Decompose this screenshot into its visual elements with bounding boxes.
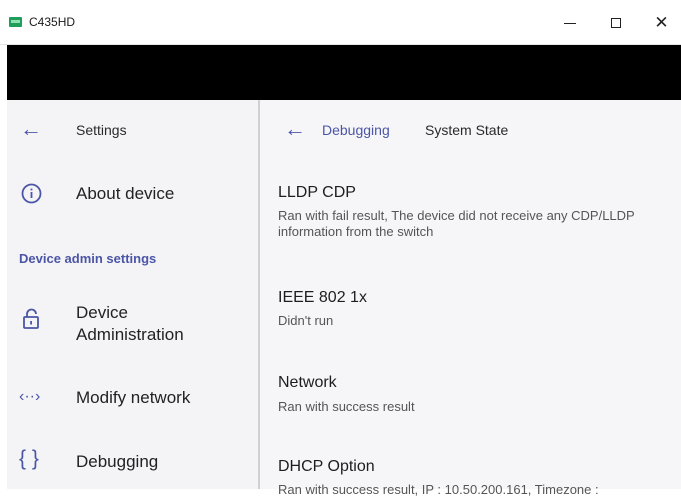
item-title: Network bbox=[278, 374, 337, 391]
item-subtitle: Ran with success result, IP : 10.50.200.… bbox=[278, 482, 599, 497]
close-icon: ✕ bbox=[654, 12, 669, 32]
item-subtitle: Didn't run bbox=[278, 313, 334, 328]
item-title: IEEE 802 1x bbox=[278, 289, 367, 306]
sidebar-back-arrow-icon[interactable]: ← bbox=[20, 118, 42, 140]
window-titlebar: C435HD ✕ bbox=[0, 0, 681, 45]
breadcrumb-parent[interactable]: Debugging bbox=[322, 122, 390, 138]
sidebar-item-label: Device Administration bbox=[76, 303, 184, 344]
black-header-band bbox=[7, 45, 681, 100]
maximize-icon bbox=[610, 17, 621, 28]
window-title: C435HD bbox=[29, 15, 76, 29]
item-subtitle: Ran with fail result, The device did not… bbox=[278, 208, 635, 239]
app-icon bbox=[9, 17, 22, 27]
minimize-button[interactable] bbox=[547, 0, 592, 45]
network-arrows-icon: ‹··› bbox=[19, 388, 41, 405]
content-back-arrow-icon[interactable]: ← bbox=[284, 118, 306, 140]
unlock-icon bbox=[22, 308, 42, 335]
minimize-icon bbox=[563, 23, 576, 24]
sidebar-header-title: Settings bbox=[76, 122, 127, 138]
item-title: DHCP Option bbox=[278, 458, 375, 475]
braces-icon: { } bbox=[19, 447, 39, 470]
sidebar-item-label: About device bbox=[76, 184, 175, 203]
close-button[interactable]: ✕ bbox=[639, 0, 681, 45]
item-subtitle: Ran with success result bbox=[278, 399, 415, 414]
item-title: LLDP CDP bbox=[278, 184, 356, 201]
sidebar-item-label: Debugging bbox=[76, 452, 159, 471]
sidebar-item-label: Modify network bbox=[76, 388, 191, 407]
settings-sidebar bbox=[7, 100, 258, 489]
info-icon bbox=[21, 183, 42, 209]
breadcrumb-current: System State bbox=[425, 122, 509, 138]
section-header-device-admin: Device admin settings bbox=[19, 251, 157, 266]
maximize-button[interactable] bbox=[593, 0, 638, 45]
